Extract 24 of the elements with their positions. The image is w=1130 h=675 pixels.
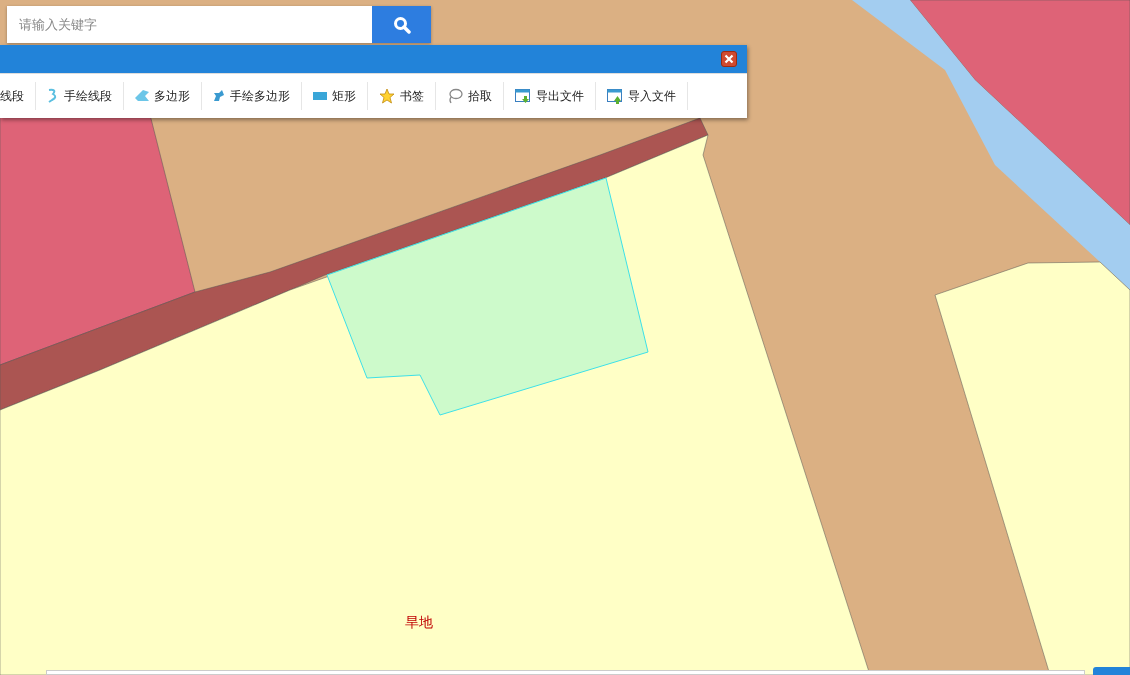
squiggle-icon <box>47 88 59 104</box>
lasso-icon <box>447 88 463 104</box>
rectangle-icon <box>313 92 327 100</box>
polygon-icon <box>213 90 225 102</box>
selected-parcel[interactable] <box>326 177 649 416</box>
tool-button[interactable]: 手绘多边形 <box>202 82 302 110</box>
window-download-icon <box>515 88 531 104</box>
star-icon <box>379 88 395 104</box>
tool-button[interactable]: 多边形 <box>124 82 202 110</box>
polygon-icon <box>135 90 149 102</box>
tool-button[interactable]: 导出文件 <box>504 82 596 110</box>
search-field[interactable]: 请输入关键字 <box>7 6 372 43</box>
tool-button[interactable]: 矩形 <box>302 82 368 110</box>
map-label: 旱地 <box>405 614 433 632</box>
close-button[interactable] <box>721 51 737 67</box>
tool-button[interactable]: 拾取 <box>436 82 504 110</box>
search-icon <box>392 15 411 34</box>
window-upload-icon <box>607 88 623 104</box>
tool-button[interactable]: 导入文件 <box>596 82 688 110</box>
tool-button[interactable]: 手绘线段 <box>36 82 124 110</box>
close-icon <box>724 54 734 64</box>
search-button[interactable] <box>372 6 431 43</box>
tool-button[interactable]: 书签 <box>368 82 436 110</box>
tool-button[interactable]: 线段 <box>0 82 36 110</box>
